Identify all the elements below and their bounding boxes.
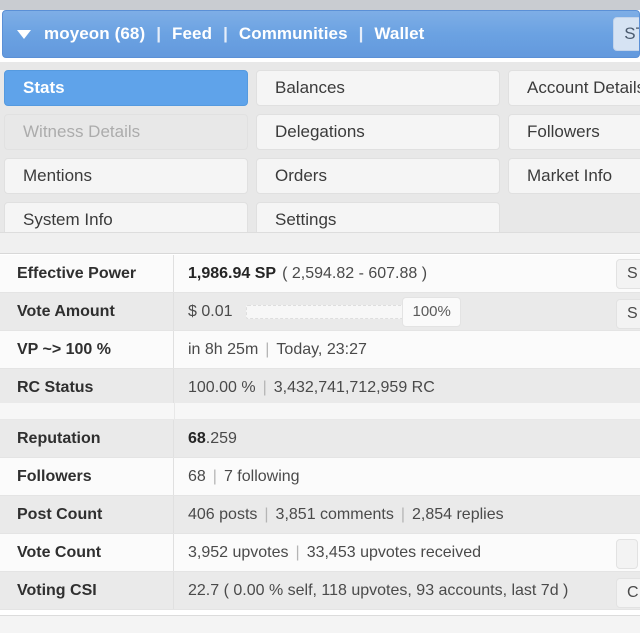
tab-row: Stats Balances Account Details — [0, 66, 640, 110]
row-value-followers: 68 | 7 following — [174, 458, 640, 495]
row-value-vp: in 8h 25m | Today, 23:27 — [174, 331, 640, 368]
navbar-separator-3: | — [358, 24, 364, 43]
effective-power-amount: 1,986.94 SP — [188, 264, 277, 282]
row-label-vote-count: Vote Count — [0, 534, 174, 571]
navbar-right-group: ST — [613, 17, 639, 51]
value-separator: | — [212, 467, 217, 485]
table-row: Reputation 68 .259 — [0, 420, 640, 458]
value-separator: | — [262, 378, 267, 396]
navbar-links-group: moyeon (68) | Feed | Communities | Walle… — [3, 23, 613, 45]
section-divider-band — [0, 232, 640, 254]
top-navbar: moyeon (68) | Feed | Communities | Walle… — [2, 10, 640, 58]
row-value-vote-count: 3,952 upvotes | 33,453 upvotes received — [174, 534, 640, 571]
following-count: 7 following — [223, 467, 300, 485]
vote-amount-action-button[interactable]: S — [616, 299, 640, 329]
followers-count: 68 — [188, 467, 206, 485]
table-row: Voting CSI 22.7 ( 0.00 % self, 118 upvot… — [0, 572, 640, 610]
value-separator: | — [265, 340, 270, 358]
upvotes-given: 3,952 upvotes — [188, 543, 289, 561]
chevron-down-icon[interactable] — [13, 23, 35, 45]
navbar-link-communities[interactable]: Communities — [239, 24, 348, 44]
tab-cell: Followers — [504, 110, 640, 154]
tab-witness-details: Witness Details — [4, 114, 248, 150]
tab-cell: Witness Details — [0, 110, 252, 154]
table-row: Vote Amount $ 0.01 100% — [0, 293, 640, 331]
stats-table-primary: Effective Power 1,986.94 SP ( 2,594.82 -… — [0, 255, 640, 407]
reputation-integer: 68 — [188, 429, 206, 447]
table-section-gap — [0, 403, 640, 420]
row-label-followers: Followers — [0, 458, 174, 495]
row-label-reputation: Reputation — [0, 420, 174, 457]
reputation-decimal: .259 — [205, 429, 237, 447]
effective-power-action-button[interactable]: S — [616, 259, 640, 289]
table-row: Effective Power 1,986.94 SP ( 2,594.82 -… — [0, 255, 640, 293]
tab-cell: Account Details — [504, 66, 640, 110]
tab-row: Witness Details Delegations Followers — [0, 110, 640, 154]
tab-cell: Market Info — [504, 154, 640, 198]
row-value-voting-csi: 22.7 ( 0.00 % self, 118 upvotes, 93 acco… — [188, 581, 569, 599]
vp-datetime: Today, 23:27 — [276, 340, 367, 358]
navbar-account-link[interactable]: moyeon (68) — [44, 24, 145, 44]
tab-cell: Stats — [0, 66, 252, 110]
tab-cell: Mentions — [0, 154, 252, 198]
app-root: moyeon (68) | Feed | Communities | Walle… — [0, 0, 640, 633]
vote-count-action-button[interactable] — [616, 539, 638, 569]
navbar-steem-button[interactable]: ST — [613, 17, 639, 51]
voting-csi-action-button[interactable]: C — [616, 578, 640, 608]
slider-percent-badge[interactable]: 100% — [402, 296, 461, 327]
row-value-vote-amount: $ 0.01 100% — [174, 293, 640, 330]
tab-row: Mentions Orders Market Info — [0, 154, 640, 198]
row-label-effective-power: Effective Power — [0, 255, 174, 292]
tab-cell: Balances — [252, 66, 504, 110]
tab-delegations[interactable]: Delegations — [256, 114, 500, 150]
table-row: RC Status 100.00 % | 3,432,741,712,959 R… — [0, 369, 640, 407]
value-separator: | — [400, 505, 405, 523]
tab-stats[interactable]: Stats — [4, 70, 248, 106]
row-value-rc-status: 100.00 % | 3,432,741,712,959 RC — [174, 369, 640, 406]
tab-balances[interactable]: Balances — [256, 70, 500, 106]
tab-cell: Delegations — [252, 110, 504, 154]
table-row: Post Count 406 posts | 3,851 comments | … — [0, 496, 640, 534]
row-label-vote-amount: Vote Amount — [0, 293, 174, 330]
row-value-post-count: 406 posts | 3,851 comments | 2,854 repli… — [174, 496, 640, 533]
page-bottom-area — [0, 615, 640, 633]
tab-account-details[interactable]: Account Details — [508, 70, 640, 106]
navbar-separator-2: | — [223, 24, 228, 43]
rc-absolute: 3,432,741,712,959 RC — [273, 378, 435, 396]
tab-orders[interactable]: Orders — [256, 158, 500, 194]
stats-table-secondary: Reputation 68 .259 Followers 68 | 7 foll… — [0, 420, 640, 610]
tab-followers[interactable]: Followers — [508, 114, 640, 150]
tab-grid: Stats Balances Account Details Witness D… — [0, 62, 640, 248]
rc-percent: 100.00 % — [188, 378, 256, 396]
tab-mentions[interactable]: Mentions — [4, 158, 248, 194]
value-separator: | — [295, 543, 300, 561]
navbar-separator-1: | — [156, 24, 161, 43]
upvotes-received: 33,453 upvotes received — [306, 543, 482, 561]
vp-eta: in 8h 25m — [188, 340, 259, 358]
vote-amount-value: $ 0.01 — [188, 302, 233, 320]
row-value-effective-power: 1,986.94 SP ( 2,594.82 - 607.88 ) — [174, 255, 640, 292]
table-row: Followers 68 | 7 following — [0, 458, 640, 496]
row-label-rc-status: RC Status — [0, 369, 174, 406]
row-label-voting-csi: Voting CSI — [0, 572, 174, 609]
column-divider — [174, 403, 175, 419]
replies-count: 2,854 replies — [411, 505, 504, 523]
navbar-link-feed[interactable]: Feed — [172, 24, 212, 44]
effective-power-breakdown: ( 2,594.82 - 607.88 ) — [282, 264, 428, 282]
tab-cell: Orders — [252, 154, 504, 198]
row-label-post-count: Post Count — [0, 496, 174, 533]
row-label-vp: VP ~> 100 % — [0, 331, 174, 368]
row-value-reputation: 68 .259 — [174, 420, 640, 457]
window-top-gutter — [0, 0, 640, 10]
comments-count: 3,851 comments — [275, 505, 394, 523]
value-separator: | — [264, 505, 269, 523]
posts-count: 406 posts — [188, 505, 258, 523]
tab-market-info[interactable]: Market Info — [508, 158, 640, 194]
table-row: VP ~> 100 % in 8h 25m | Today, 23:27 — [0, 331, 640, 369]
navbar-link-wallet[interactable]: Wallet — [374, 24, 424, 44]
vote-weight-slider[interactable]: 100% — [246, 296, 461, 327]
table-row: Vote Count 3,952 upvotes | 33,453 upvote… — [0, 534, 640, 572]
